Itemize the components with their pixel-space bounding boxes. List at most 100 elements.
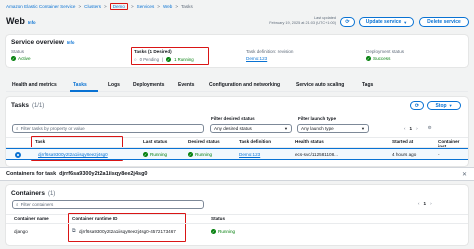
- update-service-label: Update service: [365, 19, 402, 25]
- status-value: Active: [18, 56, 31, 61]
- taskdef-label: Task definition: revision: [246, 49, 294, 54]
- update-service-button[interactable]: Update service ▼: [359, 17, 414, 27]
- containers-title: Containers: [11, 190, 45, 197]
- tab-bar: Health and metrics Tasks Logs Deployment…: [6, 76, 468, 92]
- breadcrumb-services[interactable]: Services: [137, 4, 155, 9]
- refresh-tasks-button[interactable]: ⟳: [410, 101, 424, 110]
- overview-taskdef: Task definition: revision Demo:123: [246, 49, 294, 61]
- close-icon[interactable]: ✕: [462, 171, 467, 178]
- breadcrumb-tasks: Tasks: [181, 4, 193, 9]
- deployment-value: Success: [373, 56, 391, 61]
- row-radio[interactable]: [15, 152, 21, 158]
- container-inst-value: -: [438, 152, 440, 157]
- chevron-down-icon: ▼: [403, 19, 408, 25]
- desired-status: ✓ Running: [188, 152, 212, 157]
- tasks-filter-placeholder: Filter tasks by property or value: [20, 126, 85, 131]
- column-header-desired-status[interactable]: Desired status: [188, 139, 220, 144]
- chevron-left-icon[interactable]: ‹: [418, 201, 420, 206]
- page-title: Web: [6, 16, 25, 26]
- running-icon: ✓: [166, 57, 172, 62]
- column-header-runtime-id[interactable]: Container runtime ID: [72, 216, 117, 221]
- containers-heading: Containers (1): [11, 190, 55, 197]
- containers-section-header: Containers for task djrrf6sa9300y2t2a1ii…: [0, 167, 474, 181]
- container-status: ✓ Running: [211, 229, 235, 234]
- chevron-left-icon[interactable]: ‹: [404, 126, 406, 131]
- tasks-filter-input[interactable]: ⌕ Filter tasks by property or value: [12, 124, 204, 133]
- table-row: django ⧉ djrrf6sa9300y2t2a1iisqy8ee2j4sg…: [6, 226, 468, 238]
- table-row[interactable]: djrrf6sa9300y2t2a1iisqy8ee2j4sg0 ✓ Runni…: [6, 148, 468, 160]
- containers-filter-placeholder: Filter containers: [20, 202, 54, 207]
- breadcrumb-web[interactable]: Web: [163, 4, 172, 9]
- column-header-started-at[interactable]: Started at: [392, 139, 413, 144]
- service-overview-card: Service overview Info Status ✓ Active Ta…: [6, 35, 468, 67]
- tasks-desired-label: Tasks (1 Desired): [134, 49, 172, 54]
- launch-type-select[interactable]: Any launch type ▼: [297, 124, 369, 133]
- task-definition-link[interactable]: Demo:123: [239, 152, 260, 157]
- check-icon: ✓: [211, 229, 216, 234]
- tasks-pending: 0 Pending: [139, 57, 159, 62]
- containers-filter-input[interactable]: ⌕ Filter containers: [12, 200, 204, 209]
- overview-tasks: Tasks (1 Desired) ○ 0 Pending | ✓ 1 Runn…: [131, 47, 209, 65]
- pagination: ‹ 1 › ⚙: [404, 125, 432, 131]
- tab-service-auto-scaling[interactable]: Service auto scaling: [296, 82, 344, 88]
- desired-status-select[interactable]: Any desired status ▼: [210, 124, 292, 133]
- tab-health-and-metrics[interactable]: Health and metrics: [12, 82, 57, 88]
- overview-status: Status ✓ Active: [11, 49, 31, 61]
- column-header-task-definition[interactable]: Task definition: [239, 139, 271, 144]
- launch-type-value: Any launch type: [301, 126, 334, 131]
- launch-type-label: Filter launch type: [298, 116, 337, 121]
- current-page[interactable]: 1: [410, 126, 413, 131]
- search-icon: ⌕: [16, 126, 19, 131]
- column-header-status[interactable]: Status: [211, 216, 225, 221]
- tasks-title: Tasks: [11, 102, 29, 109]
- container-name-value: django: [14, 229, 28, 234]
- chevron-right-icon[interactable]: ›: [416, 126, 418, 131]
- task-id-link[interactable]: djrrf6sa9300y2t2a1iisqy8ee2j4sg0: [38, 152, 108, 157]
- tasks-heading: Tasks (1/1): [11, 102, 44, 109]
- breadcrumb-clusters[interactable]: Clusters: [84, 4, 101, 9]
- containers-section-prefix: Containers for task: [6, 171, 57, 177]
- breadcrumb-separator: >: [104, 4, 107, 9]
- tab-tasks[interactable]: Tasks: [73, 82, 87, 88]
- tab-deployments[interactable]: Deployments: [133, 82, 164, 88]
- column-header-task[interactable]: Task: [35, 139, 45, 144]
- stop-button[interactable]: Stop ▼: [427, 101, 461, 110]
- breadcrumb-ecs[interactable]: Amazon Elastic Container Service: [6, 4, 75, 9]
- chevron-right-icon[interactable]: ›: [430, 201, 432, 206]
- column-header-health-status[interactable]: Health status: [295, 139, 324, 144]
- copy-icon[interactable]: ⧉: [72, 228, 76, 234]
- last-status-value: Running: [150, 152, 168, 157]
- chevron-down-icon: ▼: [284, 126, 288, 131]
- check-icon: ✓: [188, 152, 193, 157]
- health-status-value: ecs-svc/112581108...: [295, 152, 338, 157]
- pending-icon: ○: [134, 57, 137, 62]
- containers-panel: Containers (1) ⌕ Filter containers ‹ 1 ›…: [6, 185, 468, 245]
- last-status: ✓ Running: [143, 152, 167, 157]
- taskdef-link[interactable]: Demo:123: [246, 56, 294, 61]
- refresh-icon: ⟳: [414, 102, 420, 109]
- containers-section-task: djrrf6sa9300y2t2a1iisqy8ee2j4sg0: [59, 171, 148, 177]
- containers-current-page[interactable]: 1: [424, 201, 427, 206]
- breadcrumb-cluster-demo[interactable]: Demo: [109, 3, 128, 10]
- info-link[interactable]: Info: [28, 20, 36, 25]
- settings-icon[interactable]: ⚙: [428, 125, 432, 131]
- chevron-down-icon: ▼: [448, 103, 453, 108]
- delete-service-label: Delete service: [427, 19, 461, 25]
- search-icon: ⌕: [16, 202, 19, 207]
- last-updated: Last updated February 19, 2025 at 21:03 …: [258, 16, 336, 26]
- tab-logs[interactable]: Logs: [108, 82, 120, 88]
- column-header-container-name[interactable]: Container name: [14, 216, 49, 221]
- overview-title: Service overview: [11, 39, 64, 46]
- breadcrumb-separator: >: [157, 4, 160, 9]
- overview-info-link[interactable]: Info: [67, 40, 75, 45]
- refresh-button[interactable]: ⟳: [340, 17, 355, 27]
- page-title-wrap: Web Info: [6, 16, 36, 26]
- stop-label: Stop: [435, 102, 447, 109]
- tasks-running: 1 Running: [174, 57, 194, 62]
- column-header-last-status[interactable]: Last status: [143, 139, 167, 144]
- tab-configuration-and-networking[interactable]: Configuration and networking: [209, 82, 280, 88]
- tab-tags[interactable]: Tags: [362, 82, 373, 88]
- divider: |: [161, 57, 164, 62]
- delete-service-button[interactable]: Delete service: [419, 17, 469, 27]
- tab-events[interactable]: Events: [178, 82, 194, 88]
